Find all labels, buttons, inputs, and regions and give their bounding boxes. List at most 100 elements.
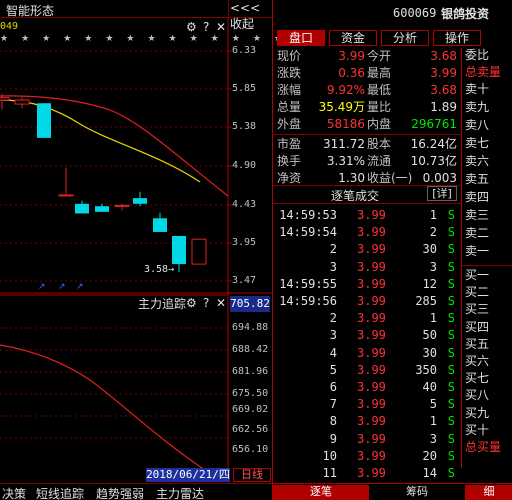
tab-main-radar[interactable]: 主力雷达: [156, 485, 204, 500]
book-buy-level[interactable]: 买九: [465, 406, 489, 421]
trade-row: 2 3.99 30 S: [329, 242, 455, 257]
tab-chips[interactable]: 筹码: [369, 485, 465, 500]
quote-row: 涨跌 0.36 最高 3.99: [277, 66, 457, 80]
book-sell-level[interactable]: 卖九: [465, 100, 489, 115]
collapse-button[interactable]: <<<收起: [230, 1, 270, 31]
chart-title: 智能形态: [6, 4, 55, 18]
y-label: 5.38: [232, 121, 257, 132]
trades-detail-button[interactable]: [详]: [427, 186, 457, 201]
book-buy-level[interactable]: 买六: [465, 354, 489, 369]
trade-row: 2 3.99 1 S: [329, 311, 455, 326]
trade-row: 3 3.99 3 S: [329, 259, 455, 274]
chart-title-bar: 智能形态 <<<收起: [0, 0, 272, 31]
book-sell-level[interactable]: 卖四: [465, 190, 489, 205]
help-icon[interactable]: ?: [203, 296, 209, 310]
y-label: 4.90: [232, 160, 257, 171]
gear-icon[interactable]: ⚙: [186, 296, 197, 310]
book-buy-level[interactable]: 买七: [465, 371, 489, 386]
trade-row: 9 3.99 3 S: [329, 431, 455, 446]
quote-row: 外盘 58186 内盘 296761: [277, 117, 457, 131]
book-sell-level[interactable]: 卖五: [465, 172, 489, 187]
candle-body: [37, 103, 51, 138]
stock-name: 银鸽投资: [441, 7, 490, 21]
star-markers: ★★★★★★★★★★★★★★★: [0, 34, 317, 44]
date-cursor: 2018/06/21/四: [146, 468, 230, 482]
trade-row: 6 3.99 40 S: [329, 380, 455, 394]
y-label: 6.33: [232, 45, 257, 56]
book-buy-level[interactable]: 买四: [465, 320, 489, 335]
row-label: 049: [0, 21, 19, 32]
book-sell-level[interactable]: 卖三: [465, 208, 489, 223]
svg-text:↗: ↗: [38, 282, 46, 292]
indicator-value: 705.82: [230, 296, 270, 312]
ind-y-label: 669.02: [232, 404, 269, 415]
close-icon[interactable]: ✕: [216, 20, 226, 34]
quote-row: 总量 35.49万 量比 1.89: [277, 100, 457, 114]
ma-red-line: [0, 95, 229, 197]
trade-row: 14:59:56 3.99 285 S: [279, 294, 455, 308]
candle-body: [95, 206, 109, 212]
y-label: 5.85: [232, 83, 257, 94]
tab-funds[interactable]: 资金: [329, 30, 377, 46]
trade-row: 5 3.99 350 S: [329, 362, 455, 377]
trades-title: 逐笔成交: [331, 189, 380, 203]
book-buy-level[interactable]: 买十: [465, 423, 489, 438]
candle-body: [172, 235, 186, 265]
trade-row: 14:59:53 3.99 1 S: [279, 208, 455, 222]
book-buy-level[interactable]: 买三: [465, 302, 489, 317]
quote-bottom-tabs: 逐笔 筹码 细: [273, 483, 512, 500]
ind-y-label: 662.56: [232, 424, 269, 435]
low-price-marker: 3.58→: [144, 264, 175, 275]
book-sell-level[interactable]: 卖七: [465, 136, 489, 151]
book-total-sell: 总卖量: [465, 65, 502, 79]
book-sell-level[interactable]: 卖八: [465, 118, 489, 133]
candle-body: [58, 194, 74, 197]
gear-icon[interactable]: ⚙: [186, 20, 197, 34]
quote-panel: 600069 银鸽投资 盘口 资金 分析 操作 现价 3.99 今开 3.68 …: [272, 0, 512, 500]
trades-header: 逐笔成交 [详]: [273, 186, 461, 203]
candle-body: [14, 99, 30, 105]
book-ratio-label: 委比: [465, 48, 490, 62]
svg-text:↗: ↗: [76, 282, 84, 292]
tab-detail[interactable]: 细: [465, 485, 512, 500]
stock-header: 600069 银鸽投资: [273, 0, 512, 28]
trade-row: 14:59:54 3.99 2 S: [279, 225, 455, 240]
stock-code: 600069: [393, 6, 437, 20]
trade-row: 4 3.99 30 S: [329, 345, 455, 360]
ind-y-label: 656.10: [232, 444, 269, 455]
tab-operate[interactable]: 操作: [433, 30, 481, 46]
book-sell-level[interactable]: 卖一: [465, 244, 489, 259]
ma-yellow-line: [0, 99, 201, 183]
candle-body: [75, 203, 89, 214]
indicator-line: [0, 344, 206, 471]
trade-row: 11 3.99 14 S: [322, 466, 455, 480]
tab-trend-strength[interactable]: 趋势强弱: [96, 485, 144, 500]
book-buy-level[interactable]: 买八: [465, 388, 489, 403]
kline-panel: ↗ ↗ ↗ 智能形态 <<<收起 049 ★★★★★★★★★★★★★★★ ⚙ ?…: [0, 0, 317, 500]
book-total-buy: 总买量: [465, 440, 502, 454]
y-label: 3.95: [232, 237, 257, 248]
book-sell-level[interactable]: 卖六: [465, 154, 489, 169]
y-label: 4.43: [232, 199, 257, 210]
book-buy-level[interactable]: 买二: [465, 285, 489, 300]
book-sell-level[interactable]: 卖十: [465, 82, 489, 97]
book-sell-level[interactable]: 卖二: [465, 226, 489, 241]
tab-tick[interactable]: 逐笔: [273, 485, 369, 500]
close-icon[interactable]: ✕: [216, 296, 226, 310]
help-icon[interactable]: ?: [203, 20, 209, 34]
period-button[interactable]: 日线: [233, 468, 271, 482]
candle-body: [191, 238, 207, 265]
indicator-title[interactable]: 主力追踪: [138, 295, 186, 312]
tab-analysis[interactable]: 分析: [381, 30, 429, 46]
book-buy-level[interactable]: 买一: [465, 268, 489, 283]
quote-row: 换手 3.31% 流通 10.73亿: [277, 154, 457, 168]
tab-short-track[interactable]: 短线追踪: [36, 485, 84, 500]
tab-decision[interactable]: 决策: [2, 485, 26, 500]
book-buy-level[interactable]: 买五: [465, 337, 489, 352]
ind-y-label: 694.88: [232, 322, 269, 333]
quote-row: 涨幅 9.92% 最低 3.68: [277, 83, 457, 97]
svg-text:↗: ↗: [58, 282, 66, 292]
candle-body: [114, 204, 130, 207]
tab-handicap[interactable]: 盘口: [277, 30, 325, 46]
quote-row: 市盈 311.72 股本 16.24亿: [277, 137, 457, 151]
